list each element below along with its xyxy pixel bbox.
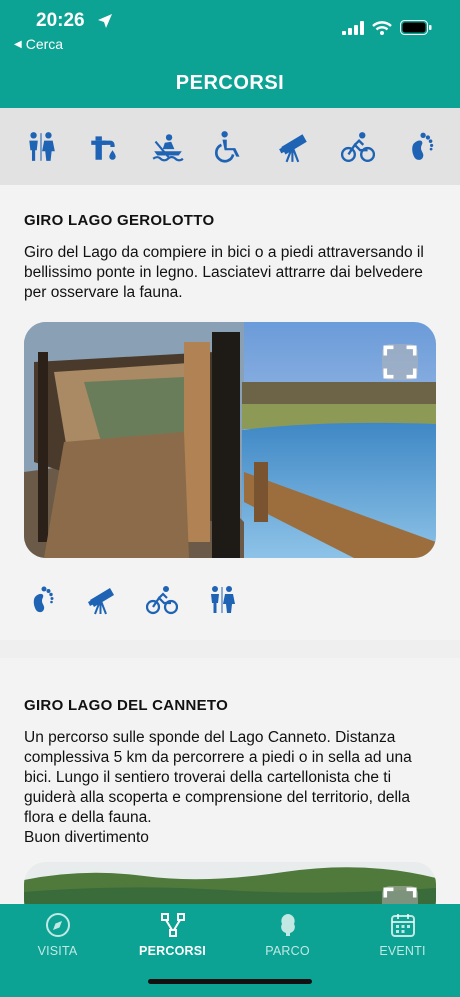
- filter-restroom[interactable]: [24, 130, 58, 164]
- tree-icon: [280, 914, 295, 936]
- tab-eventi[interactable]: EVENTI: [345, 912, 460, 958]
- tab-visita[interactable]: VISITA: [0, 912, 115, 958]
- wifi-icon: [372, 20, 392, 35]
- compass-icon: [45, 913, 70, 937]
- feature-bicycle: [144, 583, 180, 617]
- feature-footprint: [24, 583, 60, 617]
- tab-label: EVENTI: [379, 944, 426, 958]
- tab-percorsi[interactable]: PERCORSI: [115, 912, 230, 958]
- telescope-icon: [277, 130, 311, 164]
- battery-icon: [400, 20, 432, 35]
- back-label: Cerca: [25, 36, 64, 52]
- location-arrow-icon: [98, 14, 112, 28]
- filter-bicycle[interactable]: [341, 130, 375, 164]
- route-description-text: Un percorso sulle sponde del Lago Cannet…: [24, 729, 412, 846]
- tab-parco[interactable]: PARCO: [230, 912, 345, 958]
- bicycle-icon: [341, 130, 375, 164]
- fullscreen-button[interactable]: [382, 344, 418, 380]
- system-icons: [342, 20, 432, 35]
- route-description: Un percorso sulle sponde del Lago Cannet…: [24, 728, 434, 848]
- kayak-icon: [151, 130, 185, 164]
- route-title: GIRO LAGO DEL CANNETO: [24, 697, 229, 714]
- restroom-icon: [24, 130, 58, 164]
- feature-restroom: [204, 583, 240, 617]
- route-features: [24, 583, 240, 617]
- calendar-icon: [390, 914, 415, 937]
- cellular-signal-icon: [342, 20, 364, 35]
- route-photo[interactable]: [24, 322, 436, 558]
- wheelchair-icon: [214, 130, 248, 164]
- restroom-icon: [206, 584, 238, 616]
- bicycle-icon: [146, 584, 178, 616]
- page-title: PERCORSI: [175, 71, 285, 94]
- filter-kayak[interactable]: [151, 130, 185, 164]
- filter-footprint[interactable]: [404, 130, 438, 164]
- home-indicator: [148, 979, 312, 984]
- tab-label: VISITA: [37, 944, 78, 958]
- telescope-icon: [86, 584, 118, 616]
- back-triangle-icon: ◀: [14, 38, 22, 50]
- route-description: Giro del Lago da compiere in bici o a pi…: [24, 244, 424, 301]
- tab-label: PERCORSI: [139, 944, 206, 958]
- water-fountain-icon: [87, 130, 121, 164]
- nav-header: PERCORSI: [0, 58, 460, 108]
- filter-bar: [0, 108, 460, 185]
- footprint-icon: [26, 584, 58, 616]
- photo-wooden-bridge-lake: [24, 322, 436, 558]
- status-bar: 20:26 ◀ Cerca: [0, 0, 460, 58]
- route-icon: [160, 913, 185, 937]
- route-card[interactable]: GIRO LAGO GEROLOTTO Giro del Lago da com…: [0, 185, 460, 640]
- filter-water-fountain[interactable]: [87, 130, 121, 164]
- filter-wheelchair[interactable]: [214, 130, 248, 164]
- tab-label: PARCO: [265, 944, 310, 958]
- status-time: 20:26: [36, 10, 85, 31]
- footprint-icon: [404, 130, 438, 164]
- feature-telescope: [84, 583, 120, 617]
- filter-telescope[interactable]: [277, 130, 311, 164]
- expand-icon: [383, 345, 417, 379]
- route-card[interactable]: GIRO LAGO DEL CANNETO Un percorso sulle …: [0, 658, 460, 922]
- back-to-search-button[interactable]: ◀ Cerca: [14, 36, 63, 52]
- route-title: GIRO LAGO GEROLOTTO: [24, 212, 215, 229]
